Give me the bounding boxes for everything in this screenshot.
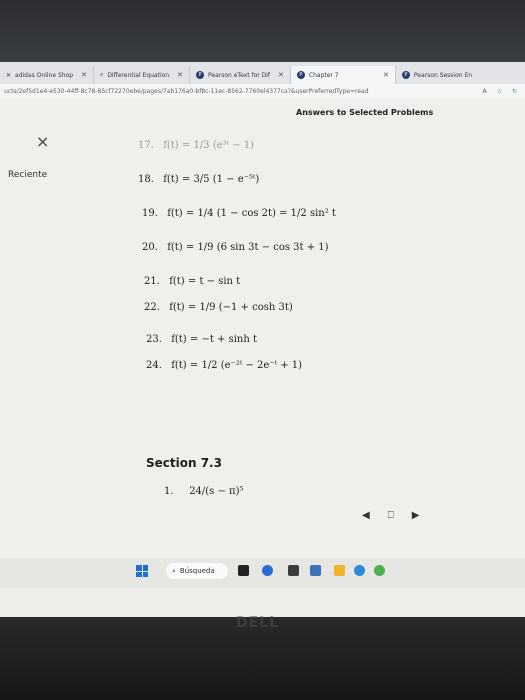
- tab-differential-equation[interactable]: ⌕ Differential Equation ✕: [94, 66, 190, 84]
- answer-number: 22.: [144, 302, 160, 313]
- answer-19: 19. f(t) = 1/4 (1 − cos 2t) = 1/2 sin² t: [142, 208, 336, 219]
- answer-21: 21. f(t) = t − sin t: [144, 276, 240, 287]
- answer-number: 19.: [142, 208, 158, 219]
- previous-page-icon[interactable]: ◀: [362, 510, 370, 521]
- answer-number: 20.: [142, 242, 158, 253]
- answer-number: 24.: [146, 360, 162, 371]
- answer-expression: f(t) = 1/4 (1 − cos 2t) = 1/2 sin² t: [167, 208, 336, 219]
- file-explorer-icon[interactable]: [334, 565, 345, 576]
- tab-pearson-session[interactable]: P Pearson Session En: [396, 66, 478, 84]
- close-icon[interactable]: ✕: [81, 71, 87, 79]
- favorite-icon[interactable]: ☆: [497, 88, 502, 95]
- adidas-icon: ✕: [6, 71, 12, 79]
- search-label: Búsqueda: [179, 567, 215, 575]
- tab-label: Differential Equation: [107, 71, 170, 79]
- monitor-bottom-bezel: DELL: [0, 615, 525, 700]
- chat-icon[interactable]: [262, 565, 273, 576]
- tab-chapter-7[interactable]: P Chapter 7 ✕: [290, 66, 396, 84]
- answer-23: 23. f(t) = −t + sinh t: [146, 334, 257, 345]
- answer-expression: 24/(s − π)⁵: [189, 486, 244, 497]
- edge-browser-icon[interactable]: [354, 565, 365, 576]
- widgets-icon[interactable]: [288, 565, 299, 576]
- tab-adidas[interactable]: ✕ adidas Online Shop ✕: [0, 66, 94, 84]
- brand-logo: DELL: [236, 615, 280, 631]
- close-icon[interactable]: ✕: [177, 71, 183, 79]
- tab-label: adidas Online Shop: [15, 71, 74, 79]
- sidebar-recent[interactable]: Reciente: [8, 170, 47, 180]
- close-icon[interactable]: ✕: [383, 71, 389, 79]
- tab-label: Pearson Session En: [413, 71, 473, 79]
- pearson-icon: P: [195, 71, 204, 79]
- tab-pearson-etext[interactable]: P Pearson eText for Dif ✕: [190, 66, 291, 84]
- search-icon: ⌕: [172, 566, 176, 575]
- read-aloud-icon[interactable]: A: [482, 88, 486, 95]
- answer-number: 21.: [144, 276, 160, 287]
- task-view-icon[interactable]: [238, 565, 249, 576]
- answer-number: 17.: [138, 140, 154, 151]
- next-page-icon[interactable]: ▶: [412, 510, 420, 521]
- url-text: ucts/2ef5d1e4-e530-44ff-8c78-85cf72270eb…: [4, 87, 369, 95]
- search-icon: ⌕: [99, 71, 104, 78]
- reader-content: × Reciente Answers to Selected Problems …: [0, 98, 525, 578]
- store-icon[interactable]: [310, 565, 321, 576]
- answer-20: 20. f(t) = 1/9 (6 sin 3t − cos 3t + 1): [142, 242, 329, 253]
- refresh-icon[interactable]: ↻: [512, 88, 517, 95]
- answer-24: 24. f(t) = 1/2 (e⁻²ᵗ − 2e⁻ᵗ + 1): [146, 360, 302, 371]
- page-title: Answers to Selected Problems: [296, 108, 434, 117]
- answer-17: 17. f(t) = 1/3 (e³ᵗ − 1): [138, 140, 254, 151]
- close-icon[interactable]: ✕: [278, 71, 284, 79]
- windows-start-icon[interactable]: [136, 565, 148, 577]
- answer-expression: f(t) = 1/2 (e⁻²ᵗ − 2e⁻ᵗ + 1): [171, 360, 303, 371]
- answer-expression: f(t) = 1/3 (e³ᵗ − 1): [163, 140, 255, 151]
- section-heading: Section 7.3: [146, 456, 222, 470]
- answer-number: 23.: [146, 334, 162, 345]
- answer-expression: f(t) = 1/9 (6 sin 3t − cos 3t + 1): [167, 242, 329, 253]
- section-answer-1: 1. 24/(s − π)⁵: [164, 486, 244, 497]
- chrome-browser-icon[interactable]: [374, 565, 385, 576]
- monitor-top-bezel: [0, 0, 525, 62]
- page-navigation: ◀ ⎕ ▶: [362, 510, 419, 521]
- browser-tab-bar: ✕ adidas Online Shop ✕ ⌕ Differential Eq…: [0, 62, 525, 84]
- answer-expression: f(t) = 3/5 (1 − e⁻⁵ᵗ): [163, 174, 260, 185]
- address-bar[interactable]: ucts/2ef5d1e4-e530-44ff-8c78-85cf72270eb…: [0, 84, 525, 98]
- answer-number: 18.: [138, 174, 154, 185]
- bookmark-icon[interactable]: ⎕: [388, 510, 394, 521]
- pearson-icon: P: [296, 71, 305, 79]
- taskbar: ⌕ Búsqueda: [0, 558, 525, 588]
- pearson-icon: P: [401, 71, 410, 79]
- tab-label: Chapter 7: [308, 71, 339, 79]
- answer-expression: f(t) = t − sin t: [169, 276, 241, 287]
- monitor-screen: ✕ adidas Online Shop ✕ ⌕ Differential Eq…: [0, 62, 525, 617]
- answer-22: 22. f(t) = 1/9 (−1 + cosh 3t): [144, 302, 293, 313]
- answer-18: 18. f(t) = 3/5 (1 − e⁻⁵ᵗ): [138, 174, 259, 185]
- answer-expression: f(t) = 1/9 (−1 + cosh 3t): [169, 302, 293, 313]
- taskbar-search[interactable]: ⌕ Búsqueda: [166, 563, 228, 579]
- close-panel-icon[interactable]: ×: [36, 132, 49, 151]
- tab-label: Pearson eText for Dif: [207, 71, 271, 79]
- answer-expression: f(t) = −t + sinh t: [171, 334, 257, 345]
- answer-number: 1.: [164, 486, 174, 497]
